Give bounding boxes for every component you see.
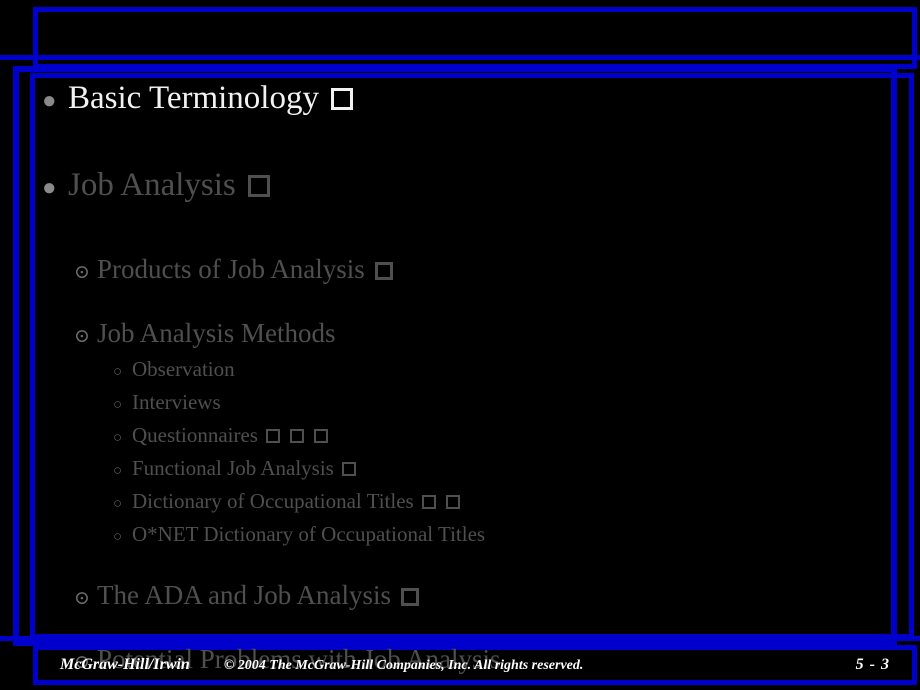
bullet-text: Job Analysis Methods	[97, 318, 336, 348]
vertical-spacer	[36, 121, 914, 165]
box-glyph-group	[414, 486, 460, 516]
bullet-text: Products of Job Analysis	[97, 254, 365, 284]
bullet-marker-icon: ○	[113, 463, 123, 479]
bullet-marker-icon: ○	[113, 364, 123, 380]
bullet-item: ⊙ Products of Job Analysis	[36, 252, 914, 290]
bullet-item: ○ Questionnaires	[36, 420, 914, 453]
bullet-text: Dictionary of Occupational Titles	[132, 489, 414, 513]
slide-body: ● Basic Terminology ● Job Analysis ⊙ Products…	[36, 78, 914, 674]
footer-brand: McGraw-Hill/Irwin	[60, 656, 190, 673]
box-glyph-group	[258, 420, 328, 450]
decorative-rule-top	[0, 55, 920, 60]
bullet-item: ⊙ Job Analysis Methods	[36, 316, 914, 354]
box-glyph-group	[236, 165, 270, 205]
bullet-marker-icon: ⊙	[74, 262, 90, 283]
bullet-text: Observation	[132, 357, 235, 381]
vertical-spacer	[36, 552, 914, 578]
bullet-list: ● Basic Terminology ● Job Analysis ⊙ Products…	[36, 78, 914, 680]
bullet-item: ○ Interviews	[36, 387, 914, 420]
empty-box-icon	[341, 462, 356, 477]
box-glyph-group	[319, 78, 353, 118]
footer-copyright: © 2004 The McGraw-Hill Companies, Inc. A…	[223, 658, 584, 673]
bullet-item: ○ O*NET Dictionary of Occupational Titles	[36, 519, 914, 552]
box-glyph-group	[391, 578, 419, 612]
empty-box-icon	[421, 495, 436, 510]
empty-box-icon	[401, 587, 419, 606]
bullet-text: O*NET Dictionary of Occupational Titles	[132, 522, 486, 546]
bullet-text: Job Analysis	[68, 167, 236, 203]
bullet-item: ⊙ The ADA and Job Analysis	[36, 578, 914, 616]
bullet-item: ○ Functional Job Analysis	[36, 453, 914, 486]
bullet-item: ● Basic Terminology	[36, 78, 914, 121]
bullet-text: Functional Job Analysis	[132, 456, 334, 480]
empty-box-icon	[289, 429, 304, 444]
bullet-text: The ADA and Job Analysis	[97, 580, 391, 610]
empty-box-icon	[313, 429, 328, 444]
box-glyph-group	[365, 252, 393, 286]
footer-page-number: 5 - 3	[855, 656, 890, 673]
footer-left: McGraw-Hill/Irwin © 2004 The McGraw-Hill…	[38, 656, 583, 674]
bullet-item: ● Job Analysis	[36, 165, 914, 208]
bullet-marker-icon: ○	[113, 430, 123, 446]
bullet-text: Questionnaires	[132, 423, 258, 447]
slide-canvas: ● Basic Terminology ● Job Analysis ⊙ Products…	[0, 0, 920, 690]
bullet-marker-icon: ●	[42, 175, 57, 201]
bullet-item: ○ Observation	[36, 354, 914, 387]
empty-box-icon	[247, 174, 270, 197]
bullet-marker-icon: ⊙	[74, 326, 90, 347]
empty-box-icon	[445, 495, 460, 510]
bullet-marker-icon: ○	[113, 496, 123, 512]
vertical-spacer	[36, 616, 914, 642]
bullet-marker-icon: ○	[113, 397, 123, 413]
bullet-marker-icon: ⊙	[74, 588, 90, 609]
slide-footer: McGraw-Hill/Irwin © 2004 The McGraw-Hill…	[38, 650, 912, 680]
bullet-item: ○ Dictionary of Occupational Titles	[36, 486, 914, 519]
vertical-spacer	[36, 290, 914, 316]
vertical-spacer	[36, 208, 914, 252]
empty-box-icon	[330, 87, 353, 110]
bullet-marker-icon: ○	[113, 529, 123, 545]
bullet-marker-icon: ●	[42, 88, 57, 114]
box-glyph-group	[334, 453, 356, 483]
empty-box-icon	[374, 261, 393, 280]
bullet-text: Interviews	[132, 390, 221, 414]
empty-box-icon	[265, 429, 280, 444]
bullet-text: Basic Terminology	[68, 80, 319, 116]
